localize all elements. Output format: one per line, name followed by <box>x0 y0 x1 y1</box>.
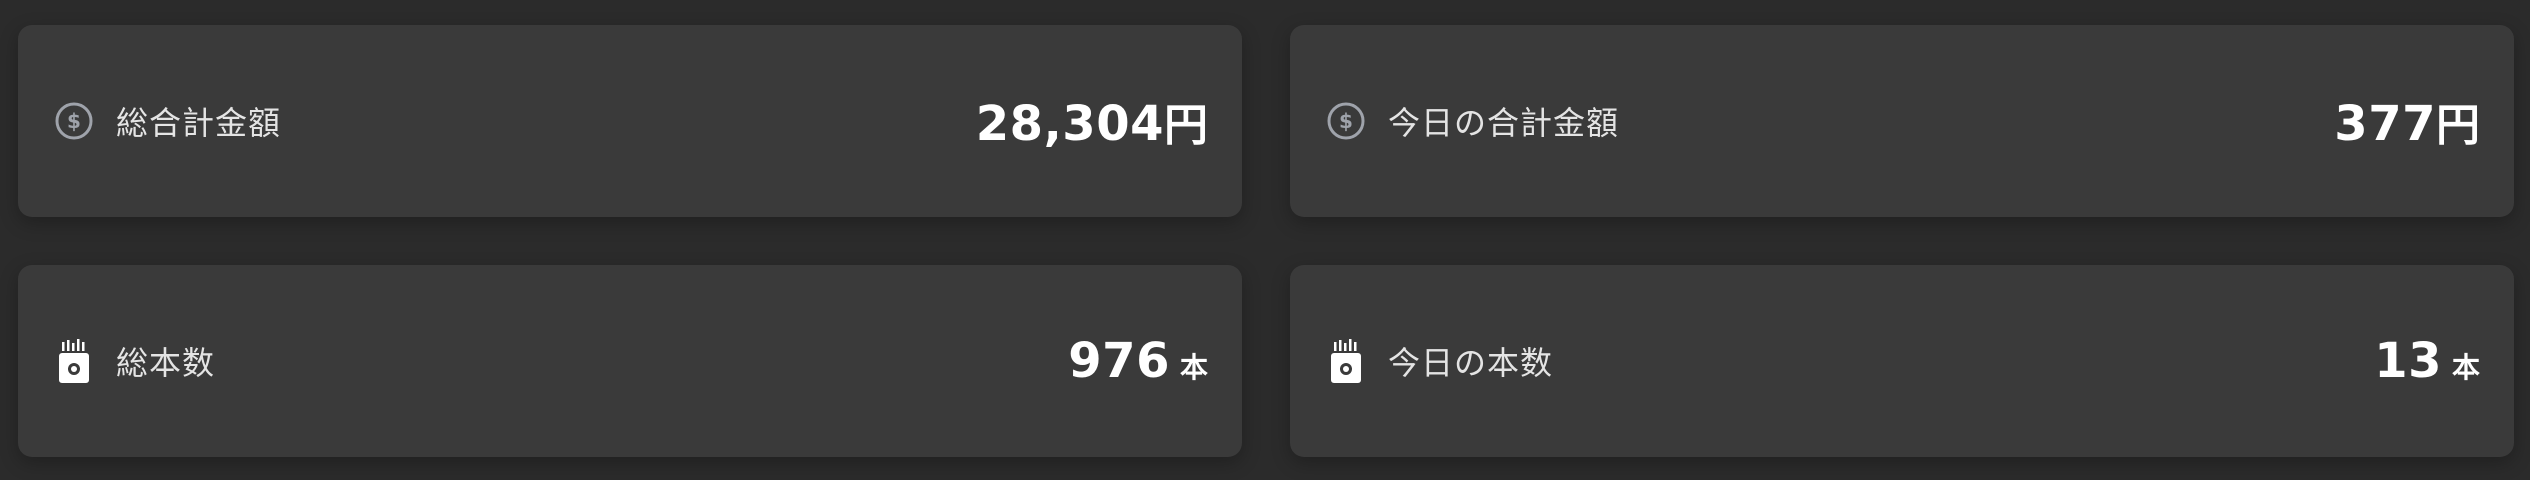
card-value: 377 円 <box>2334 89 2480 153</box>
card-value: 13 本 <box>2374 333 2480 389</box>
stats-grid: $ 総合計金額 28,304 円 $ 今日の合計金額 377 円 総本数 976… <box>0 0 2530 480</box>
card-header: $ 今日の合計金額 <box>1326 98 1619 144</box>
dollar-circle-icon: $ <box>54 100 94 142</box>
total-amount-card: $ 総合計金額 28,304 円 <box>18 25 1242 217</box>
value-unit: 本 <box>1179 351 1208 384</box>
value-unit: 本 <box>2451 351 2480 384</box>
value-unit: 円 <box>2436 100 2480 151</box>
svg-text:$: $ <box>67 109 81 133</box>
value-unit: 円 <box>1164 100 1208 151</box>
value-number: 28,304 <box>975 96 1164 152</box>
card-header: $ 総合計金額 <box>54 98 281 144</box>
card-label: 総本数 <box>116 344 216 382</box>
dollar-circle-icon: $ <box>1326 100 1366 142</box>
card-header: 今日の本数 <box>1326 338 1553 384</box>
svg-text:$: $ <box>1339 109 1353 133</box>
cigarette-pack-icon <box>54 339 94 383</box>
today-amount-card: $ 今日の合計金額 377 円 <box>1290 25 2514 217</box>
card-header: 総本数 <box>54 338 215 384</box>
card-value: 28,304 円 <box>976 89 1208 153</box>
card-label: 今日の合計金額 <box>1388 104 1620 142</box>
card-label: 今日の本数 <box>1388 344 1554 382</box>
total-count-card: 総本数 976 本 <box>18 265 1242 457</box>
value-number: 976 <box>1068 333 1170 389</box>
value-number: 377 <box>2334 96 2436 152</box>
card-label: 総合計金額 <box>116 104 282 142</box>
card-value: 976 本 <box>1068 333 1208 389</box>
cigarette-pack-icon <box>1326 339 1366 383</box>
today-count-card: 今日の本数 13 本 <box>1290 265 2514 457</box>
value-number: 13 <box>2374 333 2442 389</box>
